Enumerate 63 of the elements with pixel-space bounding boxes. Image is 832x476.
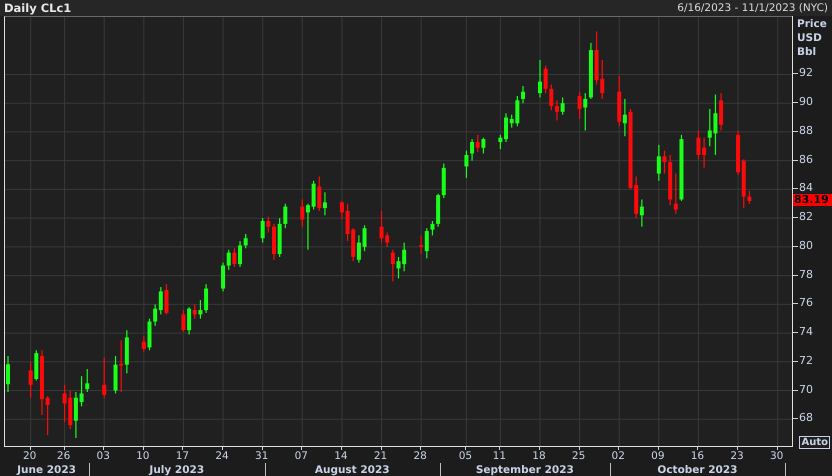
- axis-label: 74: [799, 326, 813, 338]
- axis-label: 70: [799, 384, 813, 396]
- axis-label: 07: [294, 450, 308, 462]
- candlestick: [656, 144, 661, 181]
- axis-label: 16: [690, 450, 704, 462]
- candlestick: [340, 200, 344, 220]
- axis-label: 02: [612, 450, 625, 462]
- axis-label: 72: [799, 354, 813, 367]
- candlestick: [362, 225, 367, 252]
- month-label: October 2023: [657, 464, 738, 476]
- candlestick: [272, 224, 276, 260]
- axis-label: 82: [799, 211, 813, 224]
- axis-label: 14: [334, 450, 348, 462]
- auto-button[interactable]: Auto: [799, 436, 830, 449]
- axis-label: 25: [572, 450, 586, 462]
- axis-label: 18: [532, 450, 546, 462]
- candlestick: [521, 86, 525, 104]
- month-label: July 2023: [149, 464, 204, 476]
- axis-label: 68: [799, 412, 813, 424]
- axis-label: 03: [96, 450, 110, 462]
- axis-label: 80: [799, 240, 813, 252]
- axis-label: 92: [799, 67, 813, 80]
- candlestick: [538, 60, 542, 98]
- axis-label: 23: [730, 450, 744, 462]
- month-label: September 2023: [476, 464, 574, 476]
- last-price-label: 83.19: [793, 194, 832, 206]
- axis-label: 28: [413, 450, 427, 462]
- candlestick: [204, 284, 208, 313]
- axis-title: Price USD Bbl: [797, 17, 827, 59]
- candlestick: [6, 356, 10, 392]
- axis-label: 24: [215, 450, 229, 462]
- axis-label: 90: [799, 96, 813, 108]
- chart-title: Daily CLc1: [4, 1, 72, 15]
- axis-label: 76: [799, 297, 813, 310]
- candlestick: [662, 150, 666, 174]
- axis-label: 78: [799, 268, 813, 281]
- candlestick: [396, 256, 400, 278]
- axis-label: 86: [799, 154, 813, 166]
- candlestick: [560, 97, 565, 115]
- month-label: August 2023: [314, 464, 390, 476]
- candlestick: [402, 242, 406, 272]
- candlestick: [464, 150, 468, 178]
- axis-label: 31: [254, 450, 268, 462]
- axis-label: 30: [770, 450, 784, 462]
- month-label: June 2023: [17, 464, 76, 476]
- candlestick: [390, 250, 395, 282]
- axis-label: 17: [176, 450, 190, 462]
- axis-label: 10: [136, 450, 150, 462]
- axis-label: 21: [374, 450, 388, 462]
- candlestick: [102, 358, 106, 398]
- axis-label: 88: [799, 124, 813, 137]
- axis-label: 20: [22, 450, 36, 462]
- axis-label: 84: [799, 182, 813, 194]
- axis-label: 09: [651, 450, 665, 462]
- date-range: 6/16/2023 - 11/1/2023 (NYC): [677, 2, 828, 14]
- candlestick: [696, 130, 700, 160]
- candlestick: [181, 310, 186, 332]
- axis-label: 05: [458, 450, 472, 462]
- axis-label: 26: [56, 450, 70, 462]
- axis-label: 11: [492, 450, 506, 462]
- candlestick: [498, 134, 502, 150]
- candlestick: [719, 93, 724, 130]
- candlestick: [46, 396, 50, 436]
